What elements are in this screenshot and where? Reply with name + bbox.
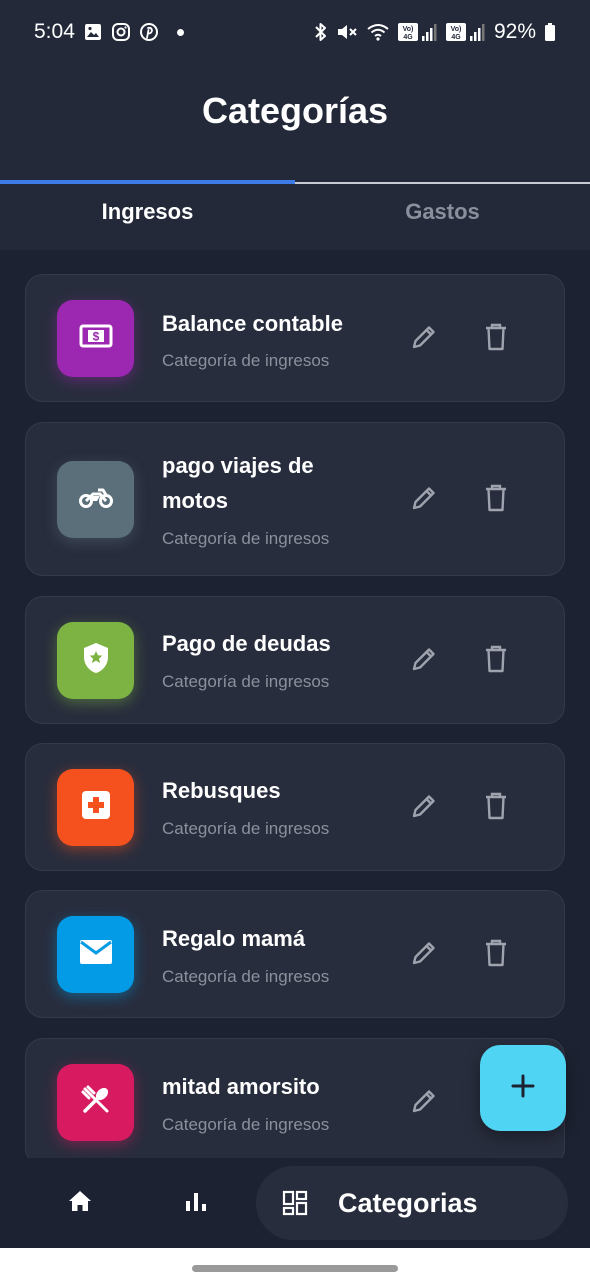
- category-subtitle: Categoría de ingresos: [162, 1115, 330, 1134]
- category-icon-box: $: [57, 300, 134, 377]
- volte-signal-icon: Vo) 4G: [397, 21, 438, 43]
- notification-dot: [176, 28, 184, 36]
- svg-text:Vo): Vo): [403, 26, 414, 33]
- edit-button[interactable]: [402, 317, 446, 361]
- trash-icon: [483, 791, 509, 826]
- svg-text:$: $: [92, 330, 99, 344]
- edit-button[interactable]: [402, 639, 446, 683]
- dashboard-icon: [282, 1190, 308, 1216]
- first-aid-icon: [80, 789, 112, 826]
- pencil-icon: [409, 938, 439, 973]
- category-subtitle: Categoría de ingresos: [162, 967, 330, 986]
- volte-signal-icon: Vo) 4G: [445, 21, 486, 43]
- tab-gastos[interactable]: Gastos: [295, 176, 590, 248]
- wifi-icon: [366, 22, 390, 42]
- pencil-icon: [409, 1086, 439, 1121]
- status-bar: 5:04 Vo) 4G Vo) 4G 92%: [0, 0, 590, 64]
- category-title: mitad amorsito: [162, 1074, 320, 1099]
- status-left: 5:04: [34, 20, 184, 44]
- money-icon: $: [78, 321, 114, 356]
- trash-icon: [483, 938, 509, 973]
- mute-icon: [336, 22, 358, 42]
- tab-bar: Ingresos Gastos: [0, 176, 590, 248]
- pencil-icon: [409, 483, 439, 518]
- shield-star-icon: [81, 641, 111, 680]
- svg-text:Vo): Vo): [451, 26, 462, 33]
- bar-chart-icon: [183, 1189, 209, 1218]
- trash-icon: [483, 483, 509, 518]
- nav-stats[interactable]: [166, 1178, 226, 1228]
- tab-ingresos[interactable]: Ingresos: [0, 176, 295, 248]
- pencil-icon: [409, 322, 439, 357]
- pinterest-icon: [139, 22, 159, 42]
- category-list[interactable]: $ Balance contable Categoría de ingresos…: [0, 250, 590, 1158]
- svg-text:4G: 4G: [451, 34, 461, 41]
- bluetooth-icon: [314, 22, 328, 42]
- bottom-nav: Categorias: [0, 1158, 590, 1248]
- app-header: Categorías Ingresos Gastos: [0, 64, 590, 250]
- edit-button[interactable]: [402, 786, 446, 830]
- category-card[interactable]: Rebusques Categoría de ingresos: [25, 743, 565, 871]
- edit-button[interactable]: [402, 478, 446, 522]
- trash-icon: [483, 322, 509, 357]
- category-title: Balance contable: [162, 311, 343, 336]
- edit-button[interactable]: [402, 933, 446, 977]
- category-subtitle: Categoría de ingresos: [162, 819, 330, 838]
- edit-button[interactable]: [402, 1081, 446, 1125]
- battery-icon: [544, 22, 556, 42]
- category-title: pago viajes de motos: [162, 453, 314, 513]
- delete-button[interactable]: [474, 786, 518, 830]
- svg-text:4G: 4G: [403, 34, 413, 41]
- delete-button[interactable]: [474, 317, 518, 361]
- category-title: Regalo mamá: [162, 926, 306, 951]
- category-title: Pago de deudas: [162, 631, 331, 656]
- category-subtitle: Categoría de ingresos: [162, 672, 330, 691]
- delete-button[interactable]: [474, 478, 518, 522]
- category-title: Rebusques: [162, 778, 281, 803]
- category-subtitle: Categoría de ingresos: [162, 351, 330, 370]
- add-category-button[interactable]: [480, 1045, 566, 1131]
- pencil-icon: [409, 644, 439, 679]
- gallery-icon: [83, 22, 103, 42]
- category-card[interactable]: Regalo mamá Categoría de ingresos: [25, 890, 565, 1018]
- category-icon-box: [57, 1064, 134, 1141]
- trash-icon: [483, 644, 509, 679]
- plus-icon: [510, 1073, 536, 1104]
- category-icon-box: [57, 769, 134, 846]
- category-card[interactable]: $ Balance contable Categoría de ingresos: [25, 274, 565, 402]
- category-card[interactable]: Pago de deudas Categoría de ingresos: [25, 596, 565, 724]
- nav-home[interactable]: [50, 1178, 110, 1228]
- tab-active-indicator: [0, 180, 295, 184]
- motorcycle-icon: [78, 484, 114, 515]
- page-title: Categorías: [201, 90, 389, 131]
- home-icon: [67, 1189, 93, 1218]
- battery-percent: 92%: [493, 20, 536, 43]
- nav-categories[interactable]: Categorias: [256, 1166, 568, 1240]
- status-time: 5:04: [34, 20, 75, 43]
- restaurant-icon: [79, 1083, 113, 1122]
- status-right: Vo) 4G Vo) 4G 92%: [314, 20, 556, 44]
- category-icon-box: [57, 461, 134, 538]
- category-card[interactable]: pago viajes de motos Categoría de ingres…: [25, 422, 565, 576]
- category-icon-box: [57, 622, 134, 699]
- nav-categories-label: Categorias: [338, 1187, 478, 1218]
- gesture-handle[interactable]: [192, 1265, 398, 1272]
- system-gesture-area: [0, 1248, 590, 1280]
- delete-button[interactable]: [474, 933, 518, 977]
- delete-button[interactable]: [474, 639, 518, 683]
- category-icon-box: [57, 916, 134, 993]
- category-subtitle: Categoría de ingresos: [162, 529, 330, 548]
- pencil-icon: [409, 791, 439, 826]
- instagram-icon: [111, 22, 131, 42]
- mail-icon: [78, 938, 114, 971]
